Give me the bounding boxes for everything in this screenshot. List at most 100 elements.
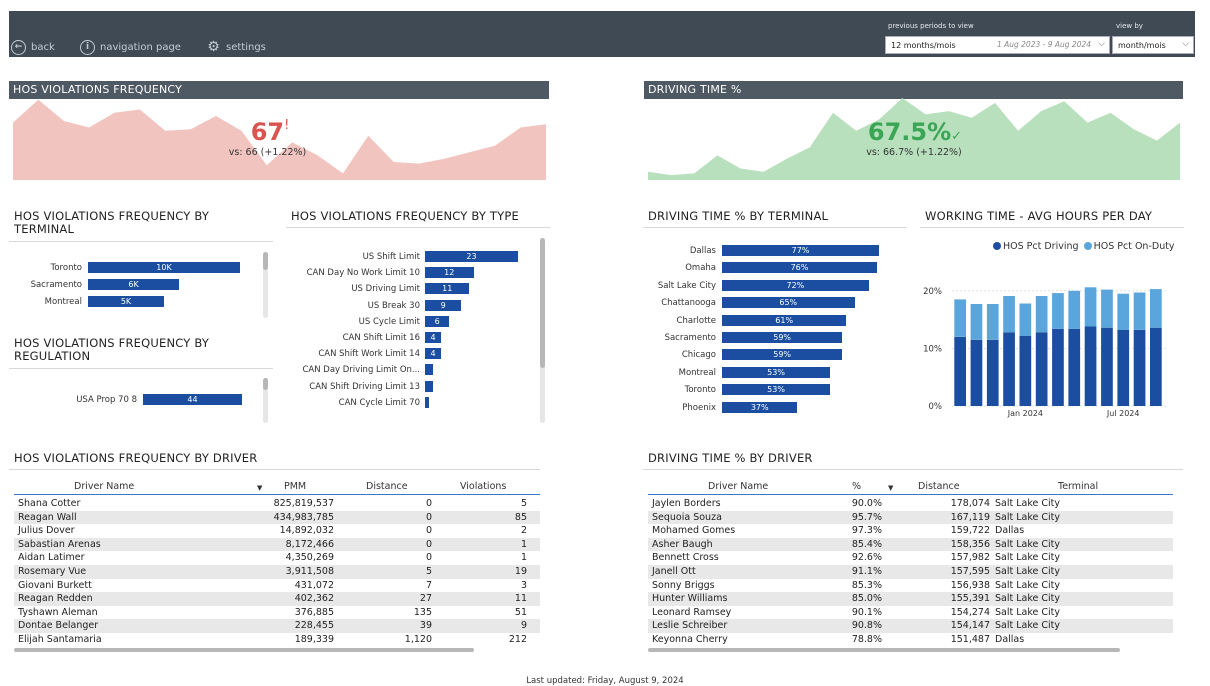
- col-driver-name[interactable]: Driver Name: [708, 481, 768, 492]
- table-row[interactable]: Keyonna Cherry 78.8% 151,487 Dallas: [648, 633, 1173, 647]
- bar-row[interactable]: Sacramento 59%: [643, 332, 883, 345]
- col-pmm[interactable]: PMM: [284, 481, 306, 492]
- bar-hos-pct-on-duty[interactable]: [1019, 303, 1032, 336]
- bar-row[interactable]: Phoenix 37%: [643, 401, 883, 415]
- table-row[interactable]: Jaylen Borders 90.0% 178,074 Salt Lake City: [648, 497, 1173, 511]
- bar-hos-pct-on-duty[interactable]: [970, 304, 983, 340]
- bar[interactable]: 5K: [88, 296, 164, 307]
- bar-hos-pct-on-duty[interactable]: [1117, 293, 1130, 330]
- bar-hos-pct-driving[interactable]: [970, 339, 983, 406]
- bar-hos-pct-driving[interactable]: [1150, 327, 1162, 406]
- bar-row[interactable]: US Driving Limit 11: [286, 283, 523, 296]
- bar[interactable]: 12: [425, 267, 474, 279]
- bar-hos-pct-driving[interactable]: [1101, 327, 1113, 406]
- bar-row[interactable]: Sacramento 6K: [9, 279, 244, 292]
- horizontal-scrollbar[interactable]: [14, 648, 474, 652]
- col-distance[interactable]: Distance: [366, 481, 408, 492]
- bar[interactable]: [425, 380, 434, 392]
- table-row[interactable]: Mohamed Gomes 97.3% 159,722 Dallas: [648, 524, 1173, 538]
- bar-row[interactable]: CAN Day Driving Limit On...: [286, 364, 523, 377]
- bar[interactable]: 53%: [722, 384, 831, 396]
- table-row[interactable]: Giovani Burkett 431,072 7 3: [14, 579, 540, 593]
- settings-button[interactable]: ⚙ settings: [206, 38, 266, 56]
- table-row[interactable]: Sonny Briggs 85.3% 156,938 Salt Lake City: [648, 579, 1173, 593]
- table-row[interactable]: Sequoia Souza 95.7% 167,119 Salt Lake City: [648, 510, 1173, 525]
- bar-row[interactable]: US Cycle Limit 6: [286, 315, 523, 329]
- bar-row[interactable]: CAN Cycle Limit 70: [286, 396, 523, 410]
- bar-hos-pct-driving[interactable]: [1084, 326, 1097, 407]
- bar[interactable]: 9: [425, 299, 462, 311]
- bar-hos-pct-driving[interactable]: [1019, 335, 1032, 406]
- bar-row[interactable]: US Break 30 9: [286, 299, 523, 313]
- bar-hos-pct-driving[interactable]: [1003, 332, 1015, 406]
- bar[interactable]: 23: [425, 251, 518, 262]
- bar-row[interactable]: Chattanooga 65%: [643, 297, 883, 310]
- bar-hos-pct-on-duty[interactable]: [1003, 296, 1015, 333]
- bar[interactable]: 10K: [88, 262, 240, 273]
- bar[interactable]: [425, 364, 434, 376]
- col-driver-name[interactable]: Driver Name: [74, 481, 134, 492]
- view-by-select[interactable]: month/mois ⌵: [1112, 36, 1194, 54]
- periods-select[interactable]: 12 months/mois 1 Aug 2023 - 9 Aug 2024 ⌵: [885, 36, 1110, 54]
- bar[interactable]: 6: [425, 315, 450, 327]
- table-row[interactable]: Tyshawn Aleman 376,885 135 51: [14, 606, 540, 620]
- table-row[interactable]: Shana Cotter 825,819,537 0 5: [14, 497, 540, 511]
- bar-hos-pct-on-duty[interactable]: [1052, 293, 1064, 329]
- bar-row[interactable]: Toronto 53%: [643, 384, 883, 397]
- bar[interactable]: 61%: [722, 314, 847, 326]
- bar-row[interactable]: US Shift Limit 23: [286, 251, 523, 264]
- bar-hos-pct-driving[interactable]: [1035, 332, 1048, 406]
- table-row[interactable]: Leslie Schreiber 90.8% 154,147 Salt Lake Ci…: [648, 619, 1173, 633]
- bar[interactable]: 44: [143, 394, 242, 405]
- bar-hos-pct-driving[interactable]: [954, 336, 966, 406]
- bar[interactable]: 72%: [722, 279, 869, 291]
- navigation-page-button[interactable]: i navigation page: [80, 38, 181, 56]
- bar-hos-pct-on-duty[interactable]: [1150, 289, 1162, 328]
- scrollbar-thumb[interactable]: [540, 238, 545, 368]
- bar-hos-pct-driving[interactable]: [1117, 330, 1130, 406]
- bar-row[interactable]: CAN Shift Driving Limit 13: [286, 380, 523, 394]
- bar[interactable]: [425, 396, 430, 408]
- bar-row[interactable]: Toronto 10K: [9, 262, 244, 275]
- bar-row[interactable]: Montreal 5K: [9, 296, 244, 309]
- bar-row[interactable]: CAN Shift Limit 16 4: [286, 332, 523, 345]
- bar-hos-pct-on-duty[interactable]: [1133, 292, 1146, 330]
- col-distance[interactable]: Distance: [918, 481, 960, 492]
- table-row[interactable]: Julius Dover 14,892,032 0 2: [14, 524, 540, 538]
- bar-row[interactable]: USA Prop 70 8 44: [9, 394, 246, 407]
- bar[interactable]: 37%: [722, 401, 798, 413]
- bar-hos-pct-on-duty[interactable]: [1101, 289, 1113, 328]
- bar-row[interactable]: Omaha 76%: [643, 262, 883, 275]
- bar-row[interactable]: CAN Shift Work Limit 14 4: [286, 348, 523, 361]
- table-row[interactable]: Reagan Wall 434,983,785 0 85: [14, 510, 540, 525]
- bar-row[interactable]: Salt Lake City 72%: [643, 279, 883, 293]
- col-percent[interactable]: %: [852, 481, 861, 492]
- bar-hos-pct-driving[interactable]: [986, 339, 999, 406]
- horizontal-scrollbar[interactable]: [648, 648, 1120, 652]
- bar-hos-pct-driving[interactable]: [1052, 328, 1064, 406]
- table-row[interactable]: Dontae Belanger 228,455 39 9: [14, 619, 540, 633]
- bar-row[interactable]: Dallas 77%: [643, 245, 883, 258]
- table-row[interactable]: Janell Ott 91.1% 157,595 Salt Lake City: [648, 565, 1173, 579]
- bar[interactable]: 4: [425, 332, 442, 343]
- bar[interactable]: 11: [425, 283, 470, 295]
- bar[interactable]: 59%: [722, 332, 843, 343]
- bar-row[interactable]: CAN Day No Work Limit 10 12: [286, 267, 523, 280]
- bar-row[interactable]: Chicago 59%: [643, 349, 883, 362]
- bar[interactable]: 65%: [722, 297, 855, 309]
- table-row[interactable]: Bennett Cross 92.6% 157,982 Salt Lake City: [648, 551, 1173, 565]
- table-row[interactable]: Elijah Santamaria 189,339 1,120 212: [14, 633, 540, 647]
- bar-hos-pct-on-duty[interactable]: [1035, 296, 1048, 333]
- bar[interactable]: 53%: [722, 366, 831, 378]
- bar-hos-pct-driving[interactable]: [1068, 328, 1081, 406]
- col-violations[interactable]: Violations: [460, 481, 506, 492]
- col-terminal[interactable]: Terminal: [1058, 481, 1098, 492]
- table-row[interactable]: Asher Baugh 85.4% 158,356 Salt Lake City: [648, 537, 1173, 552]
- bar[interactable]: 59%: [722, 349, 843, 361]
- table-row[interactable]: Rosemary Vue 3,911,508 5 19: [14, 565, 540, 579]
- bar[interactable]: 76%: [722, 262, 877, 274]
- bar-hos-pct-on-duty[interactable]: [954, 299, 966, 337]
- table-row[interactable]: Leonard Ramsey 90.1% 154,274 Salt Lake City: [648, 606, 1173, 620]
- table-row[interactable]: Aidan Latimer 4,350,269 0 1: [14, 551, 540, 565]
- bar[interactable]: 77%: [722, 245, 879, 256]
